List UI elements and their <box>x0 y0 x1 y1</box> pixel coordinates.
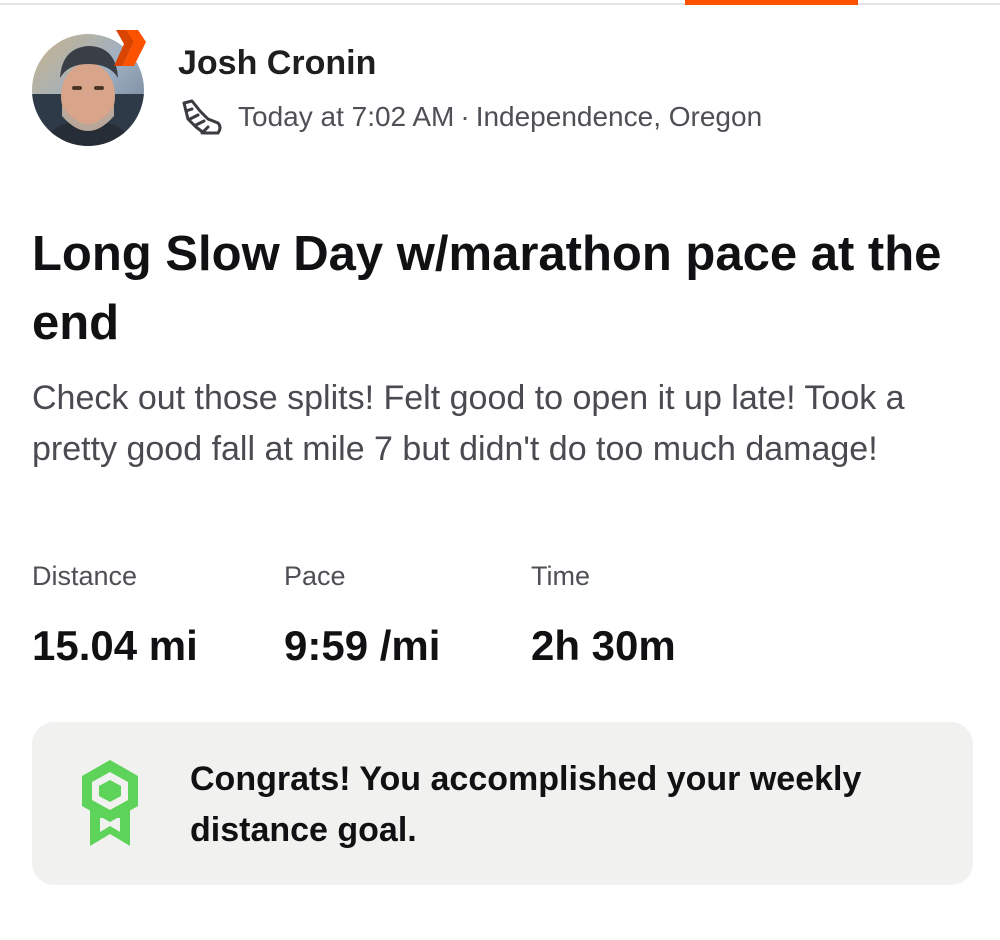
athlete-name[interactable]: Josh Cronin <box>178 44 376 83</box>
activity-header: Josh Cronin Today at 7:02 AM · Independe… <box>32 30 932 150</box>
activity-description: Check out those splits! Felt good to ope… <box>32 379 905 468</box>
achievement-ribbon-icon <box>82 760 138 846</box>
stat-value: 2h 30m <box>531 622 676 669</box>
stat-label: Time <box>531 561 590 591</box>
subscriber-badge-icon <box>114 30 146 66</box>
stat-label: Pace <box>284 561 346 591</box>
stat-distance: Distance 15.04 mi <box>32 556 198 676</box>
active-tab-indicator <box>685 0 858 5</box>
running-shoe-icon <box>182 99 222 135</box>
activity-location: Independence, Oregon <box>475 101 763 132</box>
activity-title[interactable]: Long Slow Day w/marathon pace at the end <box>32 220 962 358</box>
athlete-avatar-container[interactable] <box>32 30 146 146</box>
meta-separator: · <box>460 101 470 132</box>
activity-meta: Today at 7:02 AM · Independence, Oregon <box>178 96 762 138</box>
stat-time: Time 2h 30m <box>531 556 676 676</box>
stat-value: 9:59 /mi <box>284 622 441 669</box>
activity-timestamp: Today at 7:02 AM <box>238 101 455 132</box>
stat-pace: Pace 9:59 /mi <box>284 556 440 676</box>
stat-value: 15.04 mi <box>32 622 198 669</box>
goal-achievement-card[interactable]: Congrats! You accomplished your weekly d… <box>32 722 973 885</box>
stat-label: Distance <box>32 561 138 591</box>
goal-message: Congrats! You accomplished your weekly d… <box>190 760 862 849</box>
